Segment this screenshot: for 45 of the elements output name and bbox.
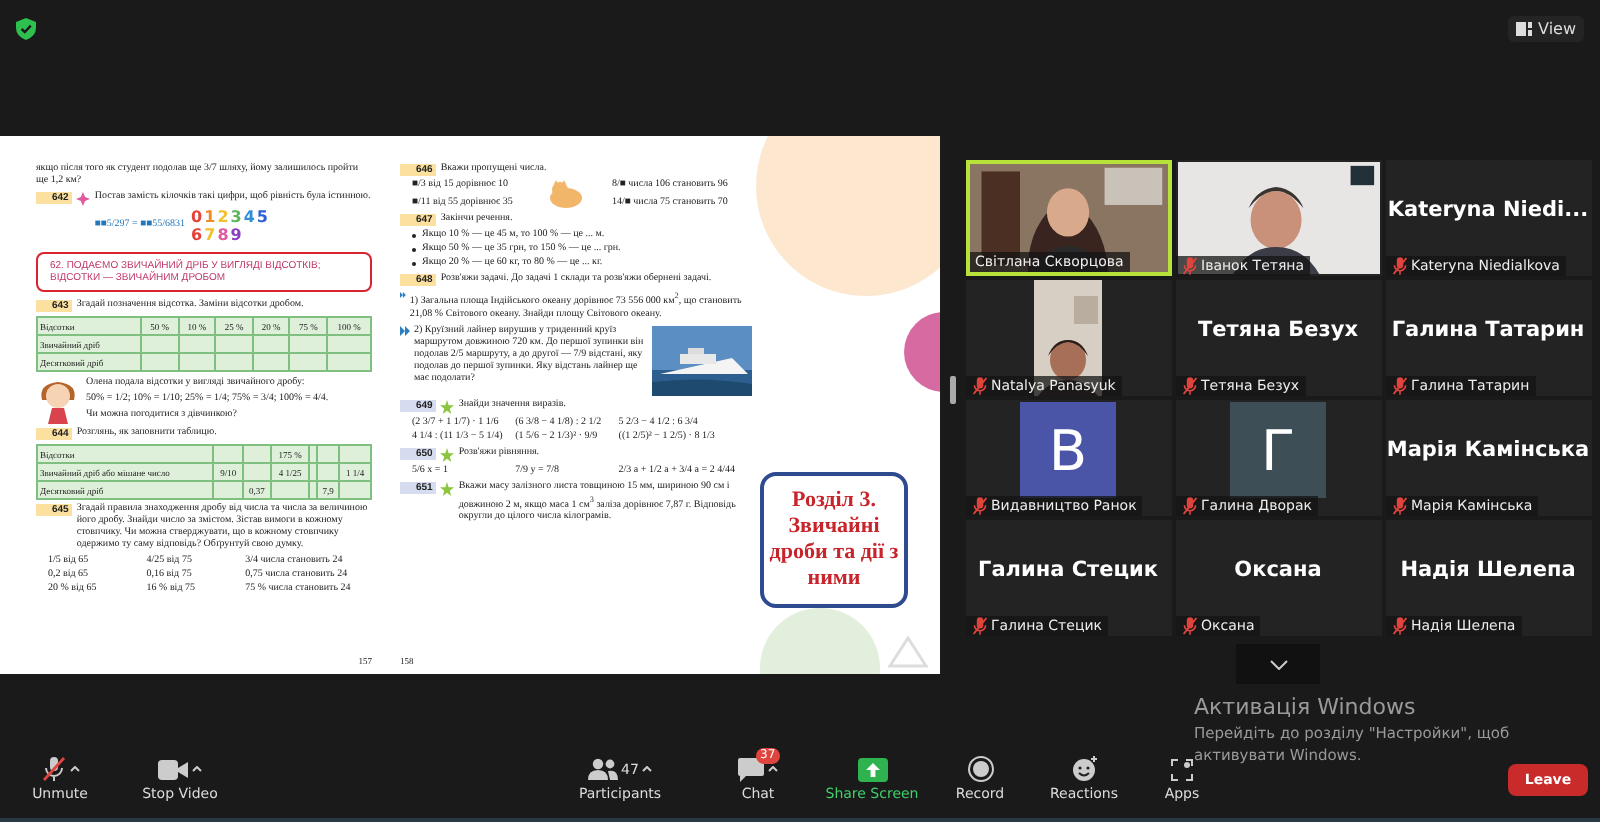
muted-mic-icon — [1181, 256, 1197, 276]
view-button[interactable]: View — [1508, 15, 1584, 41]
participant-name: Тетяна Безух — [1198, 318, 1358, 342]
cat-drawing — [548, 180, 584, 208]
participant-name: Оксана — [1234, 558, 1322, 582]
expand-button[interactable] — [1236, 644, 1320, 684]
muted-mic-icon — [971, 376, 987, 396]
double-arrow-icon — [400, 290, 406, 300]
record-icon — [967, 756, 993, 782]
participant-name: Марія Камінська — [1386, 438, 1590, 462]
chapter-title-card: Розділ 3. Звичайні дроби та дії з ними — [760, 472, 908, 608]
chat-icon — [738, 757, 764, 781]
muted-mic-icon — [1391, 376, 1407, 396]
avatar: В — [1020, 402, 1116, 498]
layout-icon — [1516, 21, 1533, 35]
muted-mic-icon — [1391, 496, 1407, 516]
caret-icon — [768, 766, 778, 772]
muted-mic-icon — [1181, 616, 1197, 636]
muted-mic-icon — [1391, 256, 1407, 276]
muted-mic-icon — [1181, 376, 1197, 396]
participant-name: Галина Татарин — [1391, 318, 1585, 342]
caret-icon — [69, 766, 79, 772]
caret-icon — [642, 766, 653, 772]
muted-mic-icon — [971, 496, 987, 516]
video-camera-icon — [158, 759, 188, 779]
activation-title: Активація Windows — [1194, 694, 1418, 722]
digits-drawing: 0 12345 67 89 — [191, 208, 270, 244]
people-icon — [587, 758, 618, 780]
muted-mic-icon — [1181, 496, 1197, 516]
participant-name: Надія Шелепа — [1400, 558, 1576, 582]
triangle-icon — [888, 636, 928, 668]
double-arrow-icon — [400, 325, 410, 336]
share-screen-icon — [857, 757, 887, 781]
smiley-icon — [1071, 756, 1097, 782]
muted-mic-icon — [971, 616, 987, 636]
caret-icon — [192, 766, 202, 772]
chevron-down-icon — [1269, 659, 1287, 669]
shield-icon — [16, 17, 36, 39]
girl-drawing — [36, 376, 80, 424]
participant-name: Kateryna Niedi... — [1387, 198, 1589, 222]
apps-icon — [1170, 757, 1194, 781]
resize-handle[interactable] — [950, 376, 956, 404]
participant-name: Галина Стецик — [978, 558, 1158, 582]
avatar: Г — [1230, 402, 1326, 498]
muted-mic-icon — [1391, 616, 1407, 636]
